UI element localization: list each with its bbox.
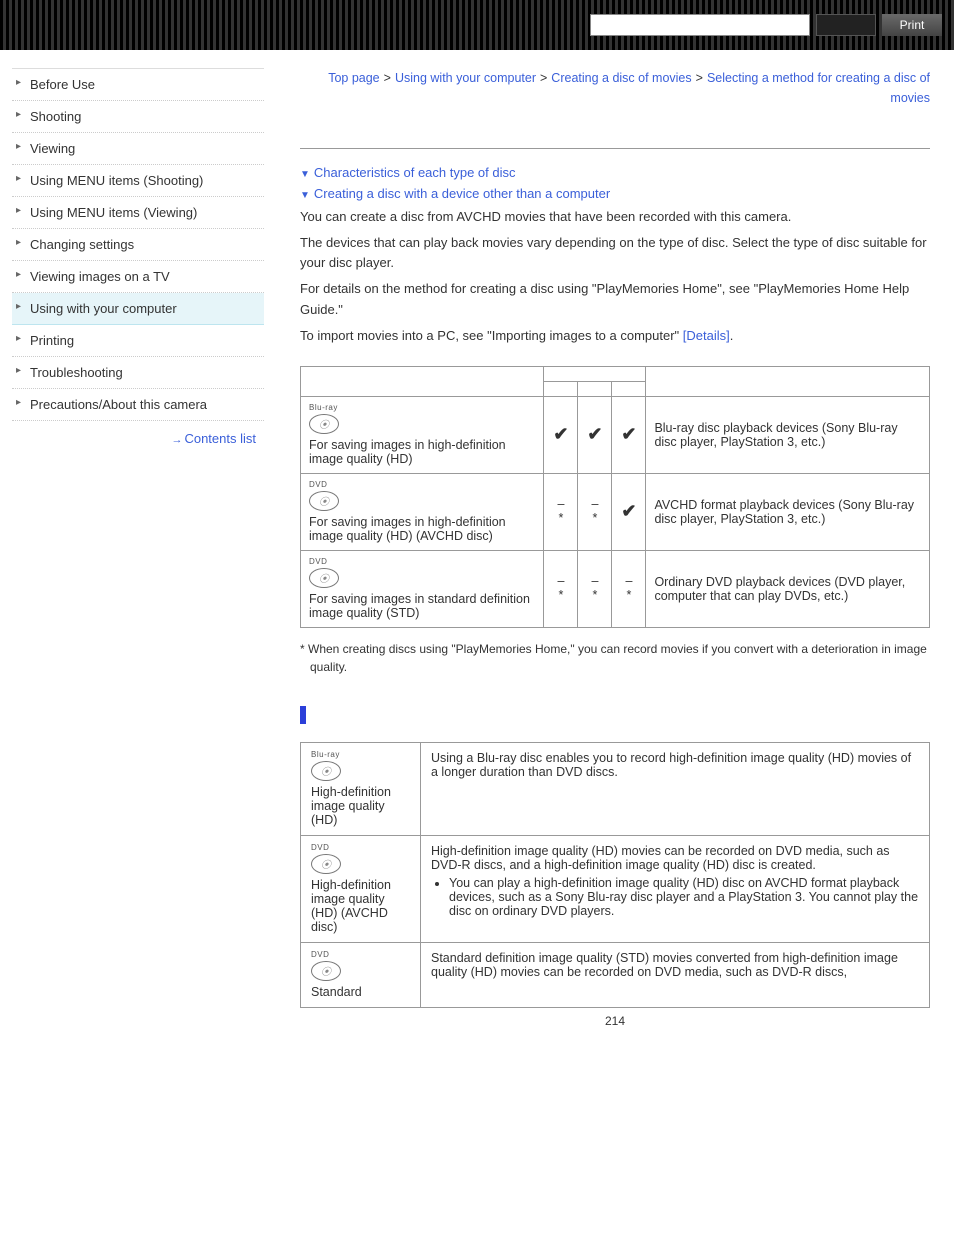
sidebar-item[interactable]: Changing settings <box>12 229 264 261</box>
footnote: * When creating discs using "PlayMemorie… <box>300 640 930 676</box>
breadcrumb-link[interactable]: Using with your computer <box>395 71 536 85</box>
disc-label-icon: Blu-ray <box>309 404 535 412</box>
paragraph: You can create a disc from AVCHD movies … <box>300 207 930 227</box>
disc-icon: ⦿ <box>311 854 341 874</box>
sidebar-item[interactable]: Using MENU items (Shooting) <box>12 165 264 197</box>
search-input[interactable] <box>590 14 810 36</box>
table-cell: Blu-ray⦿High-definition image quality (H… <box>301 742 421 835</box>
table-cell: ✔ <box>612 473 646 550</box>
breadcrumb-link[interactable]: Creating a disc of movies <box>551 71 691 85</box>
table-cell: –* <box>544 550 578 627</box>
disc-label-icon: DVD <box>311 951 410 959</box>
search-go-button[interactable] <box>816 14 876 36</box>
section-heading-bar <box>300 706 306 724</box>
disc-label-icon: DVD <box>309 558 535 566</box>
sidebar-item[interactable]: Before Use <box>12 69 264 101</box>
anchor-creating-other-device[interactable]: Creating a disc with a device other than… <box>300 186 930 201</box>
check-icon: ✔ <box>587 424 602 444</box>
sidebar-item[interactable]: Troubleshooting <box>12 357 264 389</box>
disc-icon: ⦿ <box>309 491 339 511</box>
paragraph: For details on the method for creating a… <box>300 279 930 319</box>
disc-label-icon: Blu-ray <box>311 751 410 759</box>
disc-icon: ⦿ <box>311 961 341 981</box>
characteristics-table: Blu-ray ⦿ High-definition image quality (H… <box>300 742 930 1008</box>
disc-type-table: Blu-ray⦿For saving images in high-defini… <box>300 366 930 628</box>
table-cell: ✔ <box>544 396 578 473</box>
sidebar: Before UseShootingViewingUsing MENU item… <box>0 50 270 1048</box>
check-icon: ✔ <box>621 424 636 444</box>
table-cell: Using a Blu-ray disc enables you to reco… <box>421 742 930 835</box>
sidebar-item[interactable]: Using with your computer <box>12 293 264 325</box>
table-cell: ✔ <box>578 396 612 473</box>
disc-icon: ⦿ <box>311 761 341 781</box>
table-cell: Standard definition image quality (STD) … <box>421 942 930 1007</box>
page-number: 214 <box>300 1014 930 1028</box>
disc-icon: ⦿ <box>309 568 339 588</box>
table-cell: –* <box>578 550 612 627</box>
contents-list-link[interactable]: →Contents list <box>171 431 256 446</box>
paragraph: To import movies into a PC, see "Importi… <box>300 326 930 346</box>
sidebar-item[interactable]: Viewing <box>12 133 264 165</box>
table-cell: High-definition image quality (HD) movie… <box>421 835 930 942</box>
main-content: Top page>Using with your computer>Creati… <box>270 50 950 1048</box>
check-icon: ✔ <box>553 424 568 444</box>
disc-label-icon: DVD <box>309 481 535 489</box>
disc-icon: ⦿ <box>309 414 339 434</box>
breadcrumb: Top page>Using with your computer>Creati… <box>300 68 930 108</box>
table-cell: –* <box>578 473 612 550</box>
sidebar-item[interactable]: Precautions/About this camera <box>12 389 264 421</box>
table-cell: DVD⦿Standard <box>301 942 421 1007</box>
sidebar-item[interactable]: Shooting <box>12 101 264 133</box>
table-cell: DVD⦿High-definition image quality (HD) (… <box>301 835 421 942</box>
table-cell: –* <box>612 550 646 627</box>
sidebar-item[interactable]: Using MENU items (Viewing) <box>12 197 264 229</box>
table-cell: ✔ <box>612 396 646 473</box>
table-cell: Blu-ray disc playback devices (Sony Blu-… <box>646 396 930 473</box>
table-cell: Ordinary DVD playback devices (DVD playe… <box>646 550 930 627</box>
disc-label-icon: DVD <box>311 844 410 852</box>
sidebar-item[interactable]: Viewing images on a TV <box>12 261 264 293</box>
anchor-characteristics[interactable]: Characteristics of each type of disc <box>300 165 930 180</box>
table-cell: AVCHD format playback devices (Sony Blu-… <box>646 473 930 550</box>
breadcrumb-link[interactable]: Selecting a method for creating a disc o… <box>707 71 930 105</box>
table-cell: –* <box>544 473 578 550</box>
arrow-right-icon: → <box>171 434 180 446</box>
sidebar-item[interactable]: Printing <box>12 325 264 357</box>
breadcrumb-link[interactable]: Top page <box>328 71 379 85</box>
topbar: Print <box>0 0 954 50</box>
paragraph: The devices that can play back movies va… <box>300 233 930 273</box>
check-icon: ✔ <box>621 501 636 521</box>
details-link[interactable]: [Details] <box>683 328 730 343</box>
print-button[interactable]: Print <box>882 14 942 36</box>
